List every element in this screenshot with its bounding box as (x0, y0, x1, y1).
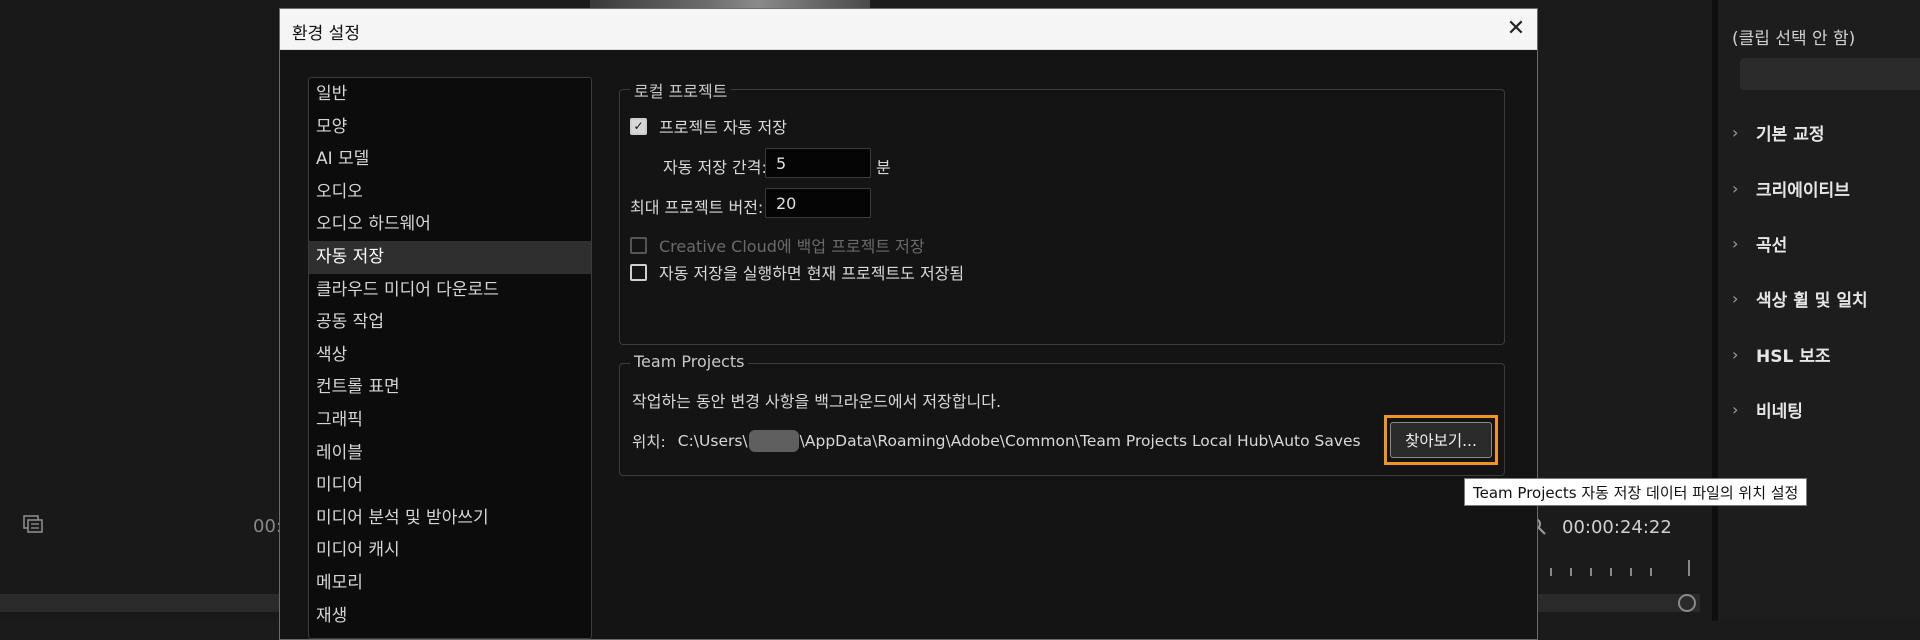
auto-save-checkbox[interactable]: ✓ (630, 117, 647, 135)
save-current-checkbox[interactable] (630, 263, 647, 281)
category-item-media-cache[interactable]: 미디어 캐시 (309, 534, 591, 567)
save-current-option[interactable]: 자동 저장을 실행하면 현재 프로젝트도 저장됨 (630, 260, 964, 284)
browse-tooltip: Team Projects 자동 저장 데이터 파일의 위치 설정 (1464, 478, 1808, 506)
interval-input[interactable] (765, 148, 871, 178)
location-label: 위치: (632, 433, 666, 451)
close-icon: ✕ (1506, 15, 1526, 41)
timeline-ruler (1530, 558, 1690, 576)
category-item-memory[interactable]: 메모리 (309, 567, 591, 600)
section-vignette[interactable]: › 비네팅 (1732, 395, 1803, 423)
category-item-ai-models[interactable]: AI 모델 (309, 143, 591, 176)
preferences-dialog: 환경 설정 ✕ 일반 모양 AI 모델 오디오 오디오 하드웨어 자동 저장 클… (279, 8, 1538, 640)
category-item-media[interactable]: 미디어 (309, 469, 591, 502)
category-item-playback[interactable]: 재생 (309, 600, 591, 633)
section-basic-correction[interactable]: › 기본 교정 (1732, 118, 1824, 146)
category-item-general[interactable]: 일반 (309, 78, 591, 111)
chevron-right-icon: › (1732, 288, 1739, 308)
category-item-appearance[interactable]: 모양 (309, 111, 591, 144)
close-button[interactable]: ✕ (1501, 13, 1531, 43)
auto-save-option[interactable]: ✓ 프로젝트 자동 저장 (630, 114, 787, 138)
program-timecode: 00:00:24:22 (1562, 517, 1672, 538)
dialog-titlebar[interactable]: 환경 설정 ✕ (280, 9, 1537, 50)
max-versions-input[interactable] (765, 188, 871, 218)
browse-highlight: 찾아보기... (1384, 415, 1498, 465)
interval-label: 자동 저장 간격: (663, 158, 767, 177)
category-item-control-surface[interactable]: 컨트롤 표면 (309, 371, 591, 404)
location-row: 위치: C:\Users\ \AppData\Roaming\Adobe\Com… (632, 430, 1361, 452)
export-frame-icon[interactable] (22, 514, 44, 534)
location-path-prefix: C:\Users\ (677, 432, 748, 450)
source-timecode: 00: (253, 516, 282, 537)
category-item-media-analysis[interactable]: 미디어 분석 및 받아쓰기 (309, 502, 591, 535)
local-projects-group: 로컬 프로젝트 ✓ 프로젝트 자동 저장 자동 저장 간격: 분 최대 프로젝트… (619, 78, 1505, 345)
team-projects-group: Team Projects 작업하는 동안 변경 사항을 백그라운드에서 저장합… (619, 352, 1505, 476)
scroll-handle[interactable] (1678, 594, 1696, 612)
local-projects-legend: 로컬 프로젝트 (630, 78, 732, 102)
category-item-audio[interactable]: 오디오 (309, 176, 591, 209)
browse-button[interactable]: 찾아보기... (1390, 422, 1492, 458)
chevron-right-icon: › (1732, 399, 1739, 419)
cloud-backup-checkbox (630, 236, 647, 254)
category-item-labels[interactable]: 레이블 (309, 437, 591, 470)
chevron-right-icon: › (1732, 344, 1739, 364)
category-item-cloud-media-download[interactable]: 클라우드 미디어 다운로드 (309, 274, 591, 307)
category-item-color[interactable]: 색상 (309, 339, 591, 372)
dialog-title: 환경 설정 (292, 24, 360, 44)
auto-save-label: 프로젝트 자동 저장 (659, 118, 787, 137)
section-creative[interactable]: › 크리에이티브 (1732, 174, 1850, 202)
team-projects-legend: Team Projects (630, 352, 749, 371)
section-curves[interactable]: › 곡선 (1732, 229, 1787, 257)
interval-unit: 분 (876, 158, 891, 177)
clip-selection-label: (클립 선택 안 함) (1732, 29, 1856, 49)
team-projects-description: 작업하는 동안 변경 사항을 백그라운드에서 저장합니다. (632, 392, 1002, 411)
lumetri-color-panel: (클립 선택 안 함) › 기본 교정 › 크리에이티브 › 곡선 › 색상 휠 및 일… (1718, 0, 1920, 621)
category-list: 일반 모양 AI 모델 오디오 오디오 하드웨어 자동 저장 클라우드 미디어 … (308, 77, 592, 639)
category-item-collaboration[interactable]: 공동 작업 (309, 306, 591, 339)
redacted-username (748, 430, 799, 452)
cloud-backup-option: Creative Cloud에 백업 프로젝트 저장 (630, 233, 925, 257)
max-versions-label: 최대 프로젝트 버전: (630, 198, 764, 217)
chevron-right-icon: › (1732, 122, 1739, 142)
location-path-suffix: \AppData\Roaming\Adobe\Common\Team Proje… (799, 432, 1361, 450)
category-item-audio-hardware[interactable]: 오디오 하드웨어 (309, 208, 591, 241)
cloud-backup-label: Creative Cloud에 백업 프로젝트 저장 (659, 237, 925, 256)
section-hsl-secondary[interactable]: › HSL 보조 (1732, 340, 1831, 368)
chevron-right-icon: › (1732, 178, 1739, 198)
category-item-graphics[interactable]: 그래픽 (309, 404, 591, 437)
chevron-right-icon: › (1732, 233, 1739, 253)
save-current-label: 자동 저장을 실행하면 현재 프로젝트도 저장됨 (659, 264, 965, 283)
section-color-wheels[interactable]: › 색상 휠 및 일치 (1732, 284, 1868, 312)
clip-selector[interactable] (1740, 58, 1920, 90)
category-item-auto-save[interactable]: 자동 저장 (309, 240, 591, 274)
